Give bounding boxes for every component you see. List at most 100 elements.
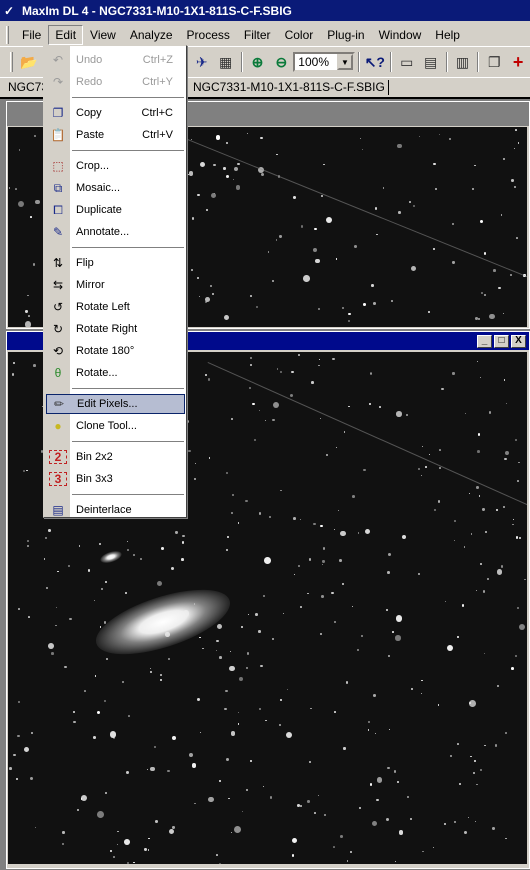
chart-doc-icon[interactable]: ▥ bbox=[452, 51, 474, 73]
star bbox=[480, 219, 483, 223]
menu-analyze[interactable]: Analyze bbox=[123, 25, 180, 45]
menu-separator bbox=[72, 150, 184, 152]
menu-item-bin-2x2[interactable]: 2 Bin 2x2 bbox=[46, 447, 185, 467]
menu-item-deinterlace[interactable]: ▤ Deinterlace bbox=[46, 500, 185, 520]
star bbox=[321, 595, 324, 598]
star bbox=[233, 167, 238, 172]
menu-window[interactable]: Window bbox=[372, 25, 429, 45]
star bbox=[475, 486, 479, 489]
star bbox=[27, 540, 29, 542]
star bbox=[308, 558, 312, 561]
menu-item-bin-3x3[interactable]: 3 Bin 3x3 bbox=[46, 469, 185, 489]
star bbox=[339, 558, 343, 562]
star bbox=[44, 536, 48, 540]
menu-file[interactable]: File bbox=[15, 25, 48, 45]
star bbox=[484, 652, 486, 654]
star bbox=[505, 837, 507, 840]
star bbox=[347, 319, 350, 323]
menu-item-label: Rotate Left bbox=[76, 301, 130, 313]
zoom-out-icon[interactable]: ⊖ bbox=[270, 51, 292, 73]
chevron-down-icon[interactable]: ▼ bbox=[336, 54, 353, 70]
menu-item-duplicate[interactable]: ⧠ Duplicate bbox=[46, 200, 185, 220]
star bbox=[512, 518, 514, 520]
menu-process[interactable]: Process bbox=[180, 25, 237, 45]
menu-item-label: Edit Pixels... bbox=[77, 398, 138, 410]
menu-item-rotate[interactable]: θ Rotate... bbox=[46, 363, 185, 383]
star bbox=[422, 445, 424, 447]
tab-document-2[interactable]: NGC7331-M10-1X1-811S-C-F.SBIG bbox=[190, 79, 389, 95]
menu-view[interactable]: View bbox=[83, 25, 123, 45]
toolbar-grip[interactable] bbox=[10, 52, 13, 72]
star bbox=[489, 313, 495, 320]
star bbox=[133, 554, 136, 556]
star bbox=[371, 820, 378, 826]
star bbox=[332, 357, 335, 360]
star bbox=[18, 701, 21, 704]
close-button[interactable]: X bbox=[511, 334, 526, 348]
star bbox=[231, 512, 234, 515]
star bbox=[334, 711, 336, 713]
menu-item-crop[interactable]: ⬚ Crop... bbox=[46, 156, 185, 176]
crop-icon: ⬚ bbox=[52, 159, 64, 173]
star bbox=[263, 785, 265, 787]
star bbox=[248, 386, 252, 390]
crosshair-icon[interactable]: + bbox=[507, 51, 529, 73]
star bbox=[494, 744, 498, 747]
star bbox=[480, 562, 483, 565]
menu-item-clone-tool[interactable]: ● Clone Tool... bbox=[46, 416, 185, 436]
star bbox=[506, 402, 508, 405]
star bbox=[228, 797, 230, 799]
star bbox=[9, 767, 12, 771]
menu-item-rotate-left[interactable]: ↺ Rotate Left bbox=[46, 297, 185, 317]
menu-color[interactable]: Color bbox=[278, 25, 321, 45]
context-help-icon[interactable]: ↖? bbox=[364, 51, 386, 73]
star bbox=[260, 172, 264, 176]
menu-help[interactable]: Help bbox=[428, 25, 467, 45]
star bbox=[291, 854, 294, 857]
star bbox=[502, 312, 505, 315]
window-title: MaxIm DL 4 - NGC7331-M10-1X1-811S-C-F.SB… bbox=[22, 3, 292, 18]
menu-item-annotate[interactable]: ✎ Annotate... bbox=[46, 222, 185, 242]
copy-doc-icon[interactable]: ❐ bbox=[483, 51, 505, 73]
zoom-in-icon[interactable]: ⊕ bbox=[247, 51, 269, 73]
maximize-button[interactable]: □ bbox=[494, 334, 509, 348]
star bbox=[210, 192, 217, 198]
star bbox=[444, 823, 447, 826]
star bbox=[368, 721, 371, 724]
menu-plugin[interactable]: Plug-in bbox=[320, 25, 371, 45]
menu-item-shortcut: Ctrl+C bbox=[141, 107, 173, 119]
menu-item-label: Rotate Right bbox=[76, 323, 138, 335]
star bbox=[473, 771, 476, 774]
paste-icon: 📋 bbox=[50, 128, 66, 142]
menu-item-flip[interactable]: ⇅ Flip bbox=[46, 253, 185, 273]
star bbox=[160, 674, 163, 676]
menu-edit[interactable]: Edit bbox=[48, 24, 84, 45]
menu-item-mirror[interactable]: ⇆ Mirror bbox=[46, 275, 185, 295]
telescope-icon[interactable]: ✈ bbox=[191, 51, 213, 73]
star bbox=[251, 402, 255, 406]
star bbox=[513, 147, 516, 150]
menu-item-rotate-right[interactable]: ↻ Rotate Right bbox=[46, 319, 185, 339]
stacked-icon[interactable]: ▤ bbox=[420, 51, 442, 73]
menubar-grip[interactable] bbox=[6, 25, 9, 44]
menu-item-undo[interactable]: ↶ Undo Ctrl+Z bbox=[46, 50, 185, 70]
star bbox=[335, 258, 337, 260]
star bbox=[486, 577, 489, 581]
star bbox=[452, 261, 455, 264]
menu-item-edit-pixels[interactable]: ✏ Edit Pixels... bbox=[46, 394, 185, 414]
star bbox=[468, 492, 471, 494]
menu-item-mosaic[interactable]: ⧉ Mosaic... bbox=[46, 178, 185, 198]
star bbox=[480, 291, 483, 295]
open-folder-icon[interactable]: 📂 bbox=[18, 51, 40, 73]
settings-screen-icon[interactable]: ▦ bbox=[215, 51, 237, 73]
ruler-icon[interactable]: ▭ bbox=[396, 51, 418, 73]
menu-item-redo[interactable]: ↷ Redo Ctrl+Y bbox=[46, 72, 185, 92]
menu-item-rotate-180[interactable]: ⟲ Rotate 180° bbox=[46, 341, 185, 361]
zoom-level-select[interactable]: 100% ▼ bbox=[293, 52, 355, 72]
star bbox=[371, 284, 374, 287]
menu-item-paste[interactable]: 📋 Paste Ctrl+V bbox=[46, 125, 185, 145]
minimize-button[interactable]: _ bbox=[477, 334, 492, 348]
star bbox=[73, 710, 76, 713]
menu-item-copy[interactable]: ❐ Copy Ctrl+C bbox=[46, 103, 185, 123]
menu-filter[interactable]: Filter bbox=[237, 25, 278, 45]
